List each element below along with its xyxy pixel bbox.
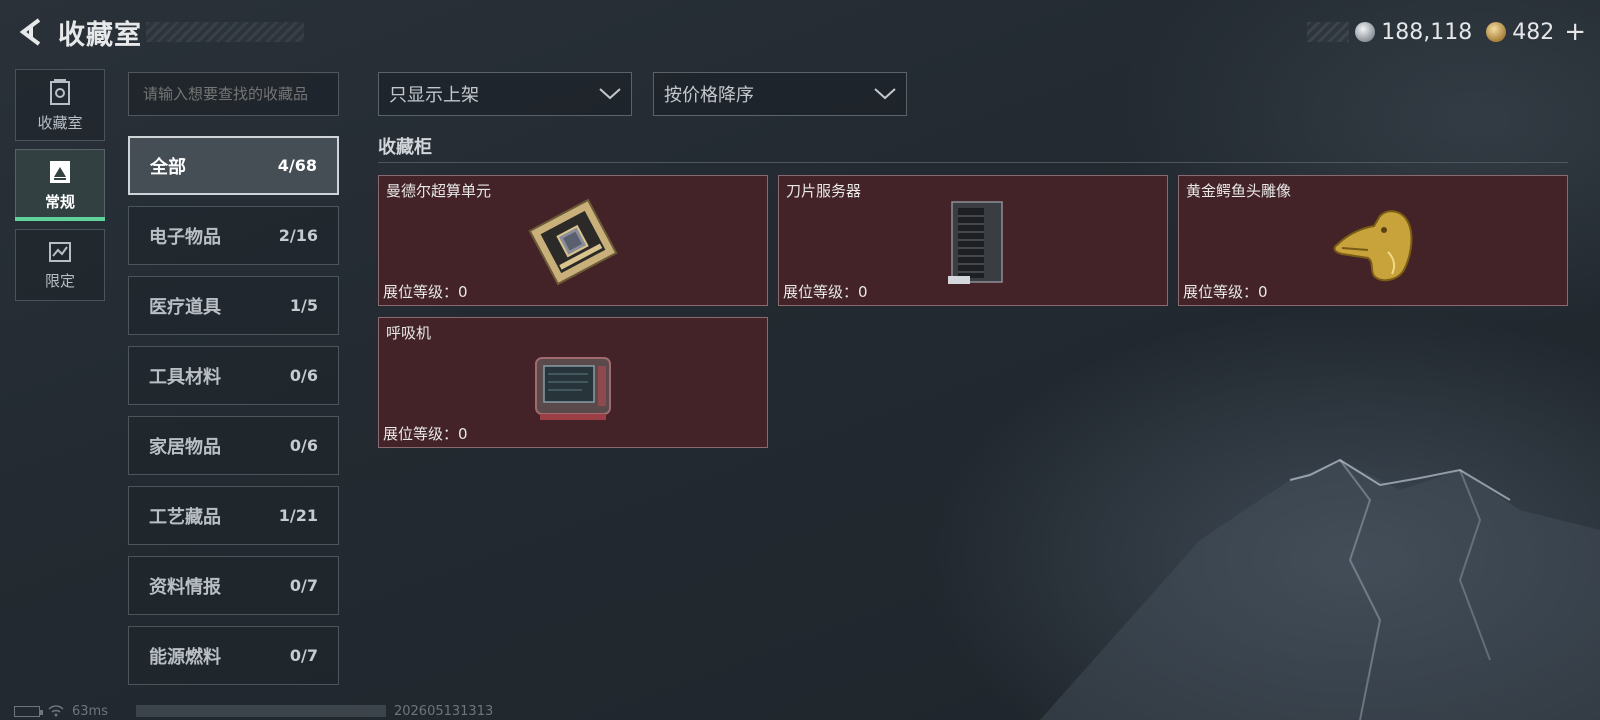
slot-level: 展位等级：0: [383, 423, 468, 444]
slot-level-label: 展位等级：: [1183, 283, 1259, 301]
category-energy[interactable]: 能源燃料 0/7: [128, 626, 339, 685]
slot-level: 展位等级：0: [1183, 281, 1268, 302]
slot-item-name: 曼德尔超算单元: [386, 182, 492, 200]
slot-level-value: 0: [1258, 283, 1268, 301]
category-count: 2/16: [278, 226, 318, 245]
category-count: 0/7: [289, 646, 318, 665]
category-count: 1/5: [289, 296, 318, 315]
category-name: 医疗道具: [149, 296, 221, 318]
category-name: 资料情报: [149, 576, 221, 598]
blade-server-icon: [948, 201, 1003, 284]
category-name: 家居物品: [149, 436, 221, 458]
search-input[interactable]: [128, 72, 339, 116]
category-list: 全部 4/68 电子物品 2/16 医疗道具 1/5 工具材料 0/6 家居物品…: [128, 136, 339, 696]
supercomputer-unit-icon: [528, 198, 618, 286]
category-name: 工艺藏品: [149, 506, 221, 528]
category-electronics[interactable]: 电子物品 2/16: [128, 206, 339, 265]
chevron-down-icon: [874, 88, 896, 100]
display-filter-dropdown[interactable]: 只显示上架: [378, 72, 632, 116]
category-count: 0/6: [289, 436, 318, 455]
category-count: 1/21: [278, 506, 318, 525]
slot-item-name: 刀片服务器: [786, 182, 862, 200]
wifi-icon: [48, 705, 64, 717]
category-all[interactable]: 全部 4/68: [128, 136, 339, 195]
background-mountain-image: [1040, 458, 1600, 720]
cabinet-slot[interactable]: 刀片服务器 展位等级：0: [778, 175, 1168, 306]
cabinet-title: 收藏柜: [378, 137, 432, 158]
slot-level-value: 0: [458, 425, 468, 443]
silver-coin-icon: [1355, 22, 1376, 42]
slot-level-label: 展位等级：: [783, 283, 859, 301]
slot-level-label: 展位等级：: [383, 425, 459, 443]
left-nav: 收藏室 常规 限定: [15, 69, 105, 309]
slot-level: 展位等级：0: [383, 281, 468, 302]
category-name: 电子物品: [149, 226, 221, 248]
cabinet-slot[interactable]: 黄金鳄鱼头雕像 展位等级：0: [1178, 175, 1568, 306]
category-count: 0/7: [289, 576, 318, 595]
slot-level: 展位等级：0: [783, 281, 868, 302]
currency-bar: 188,118 482 +: [1307, 16, 1586, 48]
nav-label: 收藏室: [37, 113, 83, 132]
ping-text: 63ms: [72, 703, 108, 719]
battery-icon: [14, 705, 43, 717]
category-intel[interactable]: 资料情报 0/7: [128, 556, 339, 615]
title-decoration: [146, 22, 304, 42]
chevron-down-icon: [599, 88, 621, 100]
sort-dropdown[interactable]: 按价格降序: [653, 72, 907, 116]
nav-item-regular[interactable]: 常规: [15, 149, 105, 221]
nav-item-collection-room[interactable]: 收藏室: [15, 69, 105, 141]
regular-icon: [50, 160, 70, 183]
slot-level-value: 0: [858, 283, 868, 301]
silver-currency-value: 188,118: [1381, 19, 1473, 45]
add-currency-button[interactable]: +: [1564, 19, 1586, 45]
gold-currency-value: 482: [1512, 19, 1555, 45]
cabinet-slot[interactable]: 呼吸机 展位等级：0: [378, 317, 768, 448]
category-name: 能源燃料: [149, 646, 221, 668]
slot-item-name: 呼吸机: [386, 324, 432, 342]
golden-crocodile-statue-icon: [1333, 210, 1413, 282]
nav-item-limited[interactable]: 限定: [15, 229, 105, 301]
category-count: 0/6: [289, 366, 318, 385]
category-household[interactable]: 家居物品 0/6: [128, 416, 339, 475]
collection-room-icon: [50, 78, 70, 105]
back-button[interactable]: [14, 15, 48, 49]
slot-level-value: 0: [458, 283, 468, 301]
section-divider: [378, 162, 1568, 163]
category-crafts[interactable]: 工艺藏品 1/21: [128, 486, 339, 545]
redacted-bar: [135, 705, 386, 717]
nav-label: 限定: [44, 271, 75, 290]
category-name: 工具材料: [149, 366, 221, 388]
ventilator-icon: [535, 357, 611, 420]
category-name: 全部: [150, 156, 186, 178]
limited-icon: [49, 241, 71, 262]
category-tools[interactable]: 工具材料 0/6: [128, 346, 339, 405]
slot-item-name: 黄金鳄鱼头雕像: [1186, 182, 1292, 200]
page-title: 收藏室: [58, 19, 142, 51]
category-medical[interactable]: 医疗道具 1/5: [128, 276, 339, 335]
slot-level-label: 展位等级：: [383, 283, 459, 301]
display-filter-value: 只显示上架: [389, 85, 479, 106]
sort-value: 按价格降序: [664, 85, 754, 106]
back-arrow-icon: [19, 18, 41, 46]
currency-decoration: [1307, 22, 1350, 42]
cabinet-slot[interactable]: 曼德尔超算单元 展位等级：0: [378, 175, 768, 306]
status-bar: 63ms 202605131313: [14, 703, 493, 719]
gold-coin-icon: [1486, 22, 1507, 42]
category-count: 4/68: [277, 156, 317, 175]
nav-label: 常规: [44, 192, 75, 211]
header: 收藏室: [14, 12, 304, 52]
build-code-text: 202605131313: [393, 703, 494, 719]
